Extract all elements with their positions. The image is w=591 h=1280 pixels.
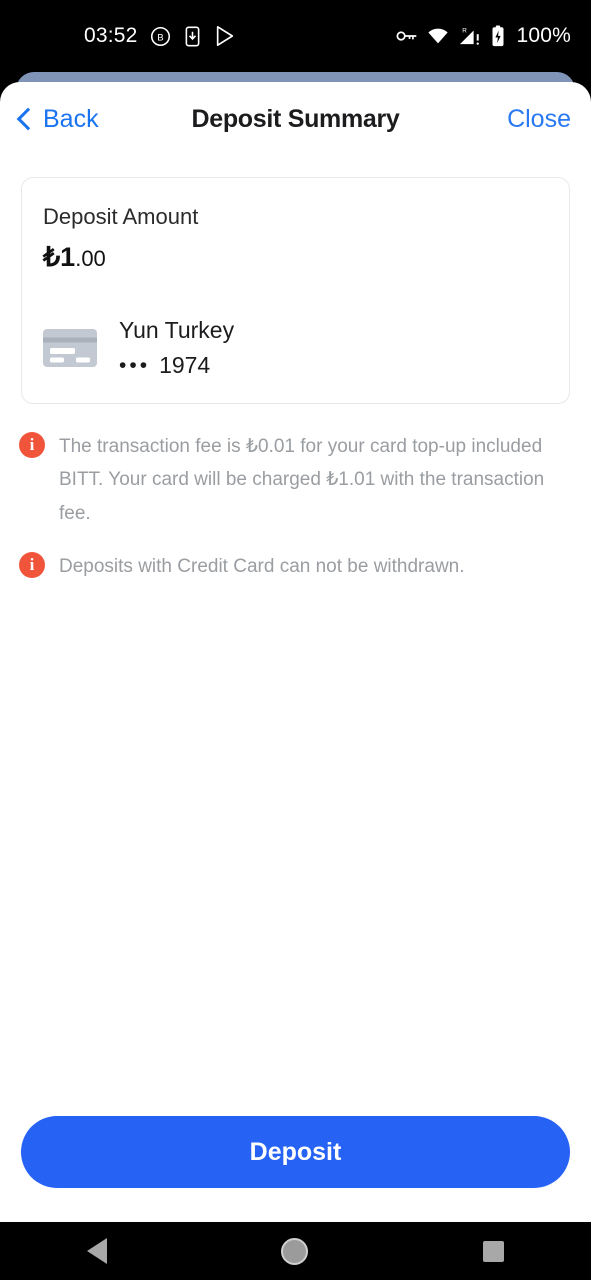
note-text: The transaction fee is ₺0.01 for your ca… — [59, 436, 545, 524]
phone-download-icon — [183, 26, 202, 47]
status-bar-right: R 100% — [396, 24, 571, 48]
note-text: Deposits with Credit Card can not be wit… — [59, 555, 465, 577]
notes-list: i The transaction fee is ₺0.01 for your … — [19, 430, 570, 583]
play-store-icon — [214, 25, 236, 47]
deposit-summary-sheet: Back Deposit Summary Close Deposit Amoun… — [0, 82, 591, 1222]
sheet-header: Back Deposit Summary Close — [0, 82, 591, 156]
deposit-button[interactable]: Deposit — [21, 1116, 570, 1188]
phone-screen: 03:52 B R 100% Back Deposit Summary Clos… — [0, 0, 591, 1280]
card-number: ••• 1974 — [119, 352, 234, 379]
deposit-amount-label: Deposit Amount — [43, 204, 199, 229]
credit-card-icon — [43, 329, 97, 367]
info-icon: i — [19, 551, 45, 578]
chevron-left-icon — [16, 107, 40, 130]
back-button[interactable]: Back — [16, 104, 99, 134]
amount-minor: .00 — [75, 246, 106, 271]
amount-major: ₺1 — [43, 242, 76, 272]
nav-back-icon[interactable] — [87, 1238, 108, 1264]
back-button-label: Back — [43, 104, 99, 133]
svg-text:B: B — [157, 32, 163, 43]
status-bar-left: 03:52 B — [84, 24, 236, 48]
card-last4: 1974 — [159, 352, 211, 378]
deposit-amount-section: Deposit Amount ₺1.00 — [22, 178, 569, 295]
android-nav-bar — [0, 1222, 591, 1280]
close-button[interactable]: Close — [507, 105, 571, 134]
status-bar: 03:52 B R 100% — [0, 0, 591, 72]
card-name: Yun Turkey — [119, 317, 235, 343]
vpn-key-icon — [396, 28, 418, 44]
info-icon: i — [19, 432, 45, 458]
wifi-icon — [427, 27, 449, 45]
nav-home-icon[interactable] — [281, 1237, 309, 1265]
cta-container: Deposit — [0, 1116, 591, 1188]
circled-b-icon: B — [150, 26, 171, 47]
cellular-roaming-icon: R — [458, 26, 482, 46]
battery-charging-icon — [491, 25, 505, 47]
card-mask-dots: ••• — [119, 354, 151, 377]
nav-recents-icon[interactable] — [482, 1240, 504, 1262]
deposit-amount-value: ₺1.00 — [43, 244, 548, 271]
summary-card: Deposit Amount ₺1.00 Yun Turkey ••• 1974 — [21, 177, 570, 404]
svg-text:R: R — [463, 27, 468, 34]
status-time: 03:52 — [84, 24, 138, 47]
payment-method-text: Yun Turkey ••• 1974 — [119, 317, 234, 379]
note-item: i The transaction fee is ₺0.01 for your … — [19, 430, 570, 530]
note-item: i Deposits with Credit Card can not be w… — [19, 550, 570, 583]
payment-method-row[interactable]: Yun Turkey ••• 1974 — [22, 295, 569, 403]
battery-percent: 100% — [516, 24, 571, 47]
